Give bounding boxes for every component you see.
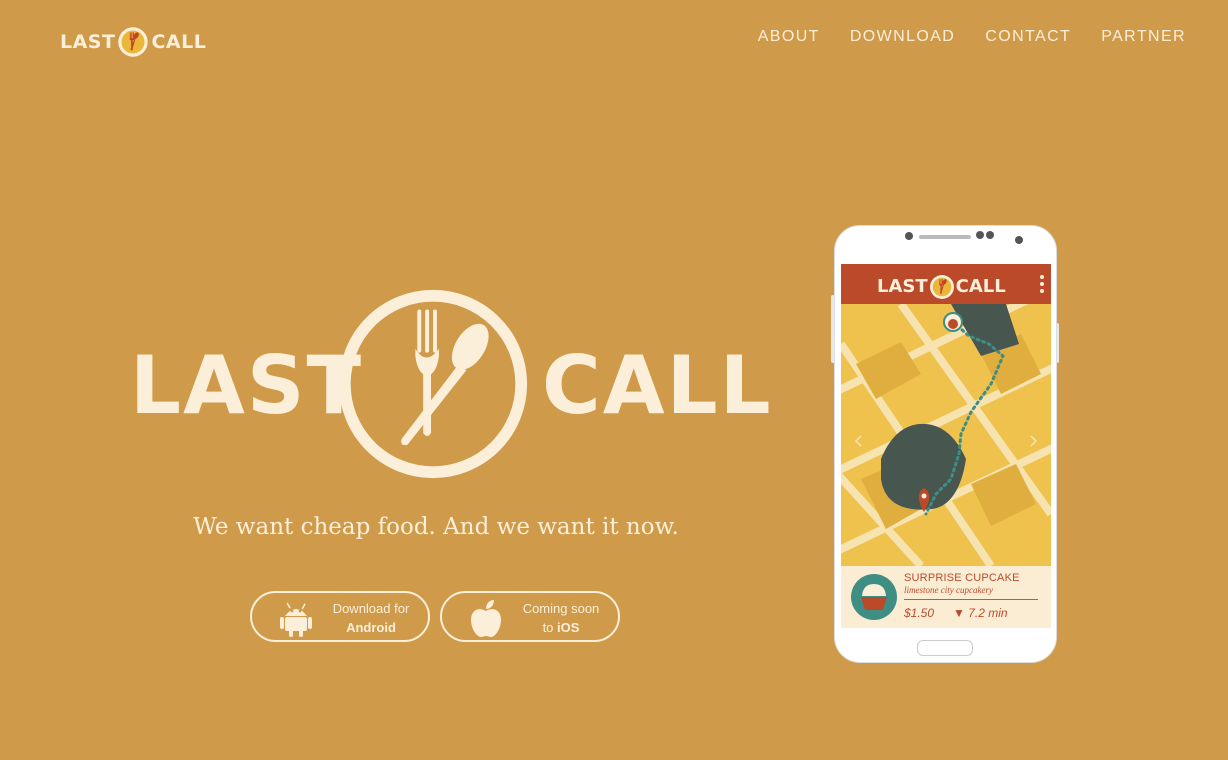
apple-icon xyxy=(471,600,501,637)
deal-vendor: limestone city cupcakery xyxy=(904,585,993,595)
phone-screen: LAST CALL SURPRISE CUPCAKE limestone cit… xyxy=(841,264,1051,628)
deal-walk-time: ▼ 7.2 min xyxy=(953,606,1008,620)
nav-about[interactable]: ABOUT xyxy=(758,28,820,46)
phone-mockup: LAST CALL SURPRISE CUPCAKE limestone cit… xyxy=(834,225,1057,663)
phone-home-button xyxy=(917,640,973,656)
map-pin-icon: ▼ xyxy=(953,606,965,620)
ios-button-prefix: to xyxy=(542,620,558,635)
phone-sensor xyxy=(1015,236,1023,244)
overflow-menu-icon[interactable] xyxy=(1039,274,1045,294)
phone-speaker xyxy=(919,235,971,239)
phone-front-camera xyxy=(905,232,913,240)
deal-card[interactable]: SURPRISE CUPCAKE limestone city cupcaker… xyxy=(841,566,1051,628)
hero-fork-spoon-emblem-icon xyxy=(338,289,528,479)
phone-sensor xyxy=(986,231,994,239)
android-button-line2: Android xyxy=(346,620,396,635)
app-logo-word-last: LAST xyxy=(877,276,928,297)
ios-button-line1: Coming soon xyxy=(522,601,600,616)
hero-section: LAST CALL We want cheap food. And we wan… xyxy=(0,0,1228,760)
coming-soon-ios-button[interactable]: Coming soon to iOS xyxy=(440,591,620,642)
hero-logo-word-call: CALL xyxy=(542,339,773,432)
android-icon xyxy=(280,602,312,637)
app-logo-word-call: CALL xyxy=(955,276,1006,297)
nav-download[interactable]: DOWNLOAD xyxy=(850,28,955,46)
ios-button-platform: iOS xyxy=(557,620,580,635)
deal-divider xyxy=(904,599,1038,600)
brand-word-call: CALL xyxy=(151,30,207,53)
download-android-button[interactable]: Download for Android xyxy=(250,591,430,642)
brand-logo-link[interactable]: LAST CALL xyxy=(60,26,206,58)
android-button-line1: Download for xyxy=(332,601,410,616)
hero-logo-word-last: LAST xyxy=(130,339,364,432)
cupcake-thumbnail-icon xyxy=(851,574,897,620)
deal-title: SURPRISE CUPCAKE xyxy=(904,572,1020,584)
hero-tagline: We want cheap food. And we want it now. xyxy=(193,514,679,540)
brand-word-last: LAST xyxy=(60,30,116,53)
deal-price: $1.50 xyxy=(904,606,935,620)
app-header-bar: LAST CALL xyxy=(841,264,1051,304)
app-logo: LAST CALL xyxy=(877,274,1006,300)
map-view[interactable] xyxy=(841,304,1051,566)
phone-sensor xyxy=(976,231,984,239)
fork-spoon-emblem-icon xyxy=(118,27,149,57)
nav-contact[interactable]: CONTACT xyxy=(985,28,1071,46)
deal-time-value: 7.2 min xyxy=(968,606,1008,620)
nav-partner[interactable]: PARTNER xyxy=(1101,28,1186,46)
top-navigation-bar: LAST CALL ABOUT DOWNLOAD CONTACT PARTNER xyxy=(0,0,1228,80)
ios-button-line2: to iOS xyxy=(512,620,610,635)
app-fork-spoon-emblem-icon xyxy=(929,275,954,299)
main-nav: ABOUT DOWNLOAD CONTACT PARTNER xyxy=(758,28,1186,46)
